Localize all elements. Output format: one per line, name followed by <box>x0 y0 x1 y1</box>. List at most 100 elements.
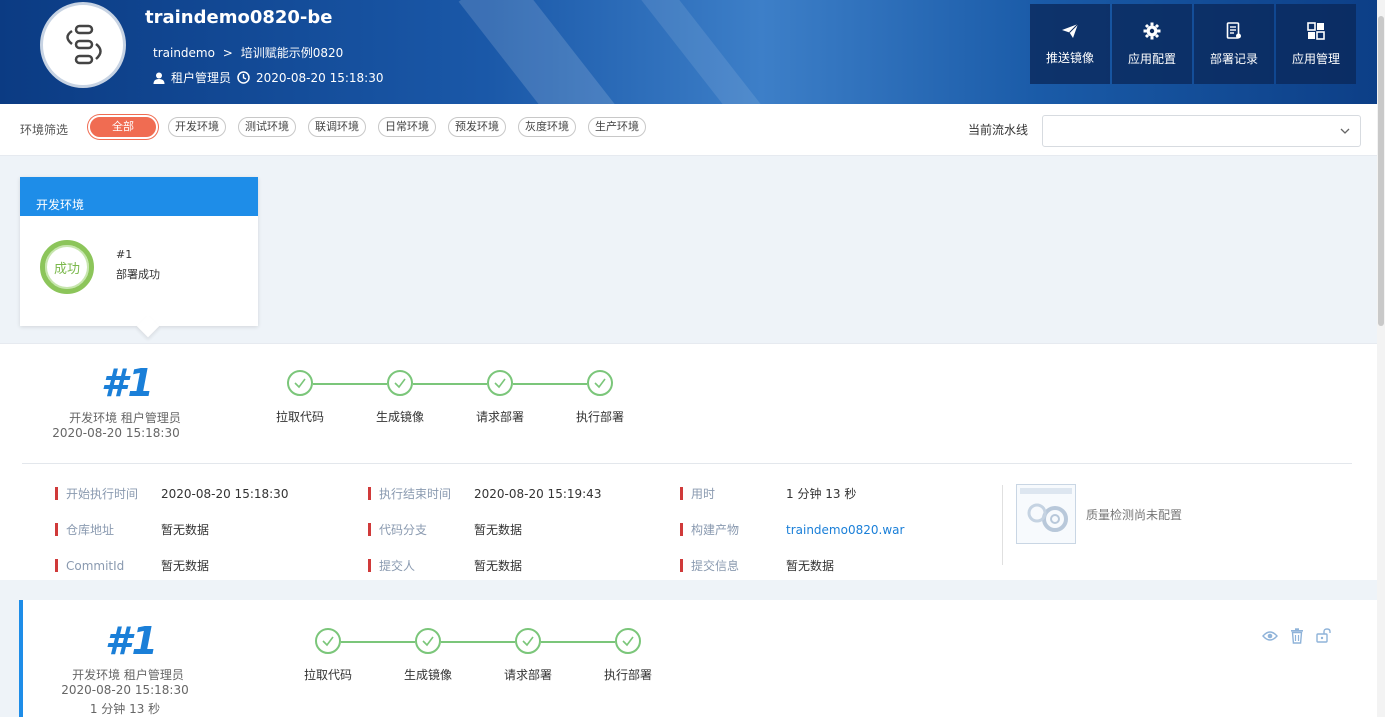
chip-integration[interactable]: 联调环境 <box>308 117 366 137</box>
info-committer: 提交人 暂无数据 <box>368 557 522 574</box>
env-filter-label: 环境筛选 <box>20 123 69 137</box>
success-status-ring: 成功 <box>40 240 94 294</box>
env-card-run-number: #1 <box>116 248 133 261</box>
history-actions <box>1261 627 1332 644</box>
eye-icon[interactable] <box>1261 627 1278 644</box>
info-duration: 用时 1 分钟 13 秒 <box>680 485 856 502</box>
gear-icon <box>1143 22 1161 39</box>
detail-divider <box>22 463 1352 464</box>
info-key: 执行结束时间 <box>379 487 452 501</box>
unlock-icon[interactable] <box>1315 627 1332 644</box>
step-connector <box>413 383 487 385</box>
info-key: 提交信息 <box>691 559 740 573</box>
step-label: 生成镜像 <box>403 668 452 682</box>
artifact-link[interactable]: traindemo0820.war <box>786 523 904 537</box>
info-end-time: 执行结束时间 2020-08-20 15:19:43 <box>368 485 601 502</box>
step-label: 拉取代码 <box>275 410 324 424</box>
step-pull-code: 拉取代码 <box>250 370 387 425</box>
info-value: 2020-08-20 15:19:43 <box>474 486 602 501</box>
chip-dev[interactable]: 开发环境 <box>168 117 226 137</box>
history-pipeline-steps: 拉取代码 生成镜像 请求部署 执行部署 <box>278 628 678 683</box>
run-number: #1 <box>101 361 154 405</box>
app-meta: 租户管理员 2020-08-20 15:18:30 <box>153 69 383 86</box>
send-icon <box>1062 23 1079 38</box>
info-key: 用时 <box>691 487 716 501</box>
breadcrumb-tenant[interactable]: traindemo <box>153 46 215 60</box>
app-config-button[interactable]: 应用配置 <box>1112 4 1192 84</box>
env-filter-chips: 全部 开发环境 测试环境 联调环境 日常环境 预发环境 灰度环境 生产环境 <box>90 117 646 137</box>
step-connector <box>341 641 415 643</box>
chip-all[interactable]: 全部 <box>90 117 156 137</box>
check-icon <box>587 370 613 396</box>
owner-role: 租户管理员 <box>171 71 232 85</box>
deploy-records-label: 部署记录 <box>1209 51 1258 66</box>
history-row[interactable]: #1 开发环境 租户管理员 2020-08-20 15:18:30 1 分钟 1… <box>19 600 1377 717</box>
info-value: 暂无数据 <box>474 559 523 573</box>
chip-staging[interactable]: 预发环境 <box>448 117 506 137</box>
step-label: 拉取代码 <box>303 668 352 682</box>
info-key: 开始执行时间 <box>66 487 139 501</box>
info-commit-id: CommitId 暂无数据 <box>55 557 209 574</box>
scrollbar-thumb[interactable] <box>1378 16 1384 326</box>
run-env-role: 开发环境 租户管理员 <box>69 411 181 425</box>
app-config-label: 应用配置 <box>1127 51 1176 66</box>
chip-gray[interactable]: 灰度环境 <box>518 117 576 137</box>
quality-check-text: 质量检测尚未配置 <box>1086 508 1183 522</box>
info-branch: 代码分支 暂无数据 <box>368 521 522 538</box>
step-request-deploy: 请求部署 <box>450 370 587 425</box>
check-icon <box>415 628 441 654</box>
env-card-dev[interactable]: 开发环境 成功 #1 部署成功 <box>20 177 258 338</box>
user-icon <box>153 72 165 84</box>
history-time: 2020-08-20 15:18:30 <box>61 683 189 697</box>
step-connector <box>513 383 587 385</box>
info-value: 暂无数据 <box>161 559 210 573</box>
app-name: traindemo0820-be <box>145 7 333 28</box>
info-value: 2020-08-20 15:18:30 <box>161 486 289 501</box>
history-run-number: #1 <box>105 619 158 663</box>
breadcrumb-project[interactable]: 培训赋能示例0820 <box>241 46 344 60</box>
step-label: 执行部署 <box>603 668 652 682</box>
step-label: 请求部署 <box>503 668 552 682</box>
push-image-button[interactable]: 推送镜像 <box>1030 4 1110 84</box>
app-avatar <box>40 2 126 88</box>
step-execute-deploy: 执行部署 <box>550 370 650 425</box>
pipeline-label: 当前流水线 <box>968 123 1029 137</box>
step-pull-code: 拉取代码 <box>278 628 415 683</box>
info-artifact: 构建产物 traindemo0820.war <box>680 521 904 538</box>
run-time: 2020-08-20 15:18:30 <box>52 426 180 440</box>
info-key: 提交人 <box>379 559 416 573</box>
env-filter-bar: 环境筛选 全部 开发环境 测试环境 联调环境 日常环境 预发环境 灰度环境 生产… <box>0 104 1377 156</box>
step-label: 生成镜像 <box>375 410 424 424</box>
deploy-records-button[interactable]: 部署记录 <box>1194 4 1274 84</box>
step-build-image: 生成镜像 <box>378 628 515 683</box>
quality-divider <box>1002 485 1003 565</box>
trash-icon[interactable] <box>1288 627 1305 644</box>
push-image-label: 推送镜像 <box>1045 50 1094 65</box>
app-management-button[interactable]: 应用管理 <box>1276 4 1356 84</box>
check-icon <box>387 370 413 396</box>
run-detail-panel: #1 开发环境 租户管理员 2020-08-20 15:18:30 拉取代码 生… <box>0 343 1377 580</box>
step-label: 请求部署 <box>475 410 524 424</box>
success-status-text: 成功 <box>53 261 80 277</box>
check-icon <box>515 628 541 654</box>
chip-production[interactable]: 生产环境 <box>588 117 646 137</box>
clock-icon <box>237 71 250 84</box>
step-label: 执行部署 <box>575 410 624 424</box>
info-start-time: 开始执行时间 2020-08-20 15:18:30 <box>55 485 288 502</box>
env-card-title: 开发环境 <box>20 177 258 216</box>
info-value: 暂无数据 <box>786 559 835 573</box>
history-duration: 1 分钟 13 秒 <box>89 702 161 716</box>
step-connector <box>541 641 615 643</box>
page-scrollbar[interactable] <box>1377 0 1385 717</box>
check-icon <box>287 370 313 396</box>
grid-icon <box>1307 21 1325 40</box>
step-build-image: 生成镜像 <box>350 370 487 425</box>
chip-daily[interactable]: 日常环境 <box>378 117 436 137</box>
pipeline-select[interactable] <box>1042 115 1361 147</box>
info-repo: 仓库地址 暂无数据 <box>55 521 209 538</box>
step-execute-deploy: 执行部署 <box>578 628 678 683</box>
chevron-down-icon <box>1340 128 1350 134</box>
check-icon <box>315 628 341 654</box>
check-icon <box>487 370 513 396</box>
chip-test[interactable]: 测试环境 <box>238 117 296 137</box>
